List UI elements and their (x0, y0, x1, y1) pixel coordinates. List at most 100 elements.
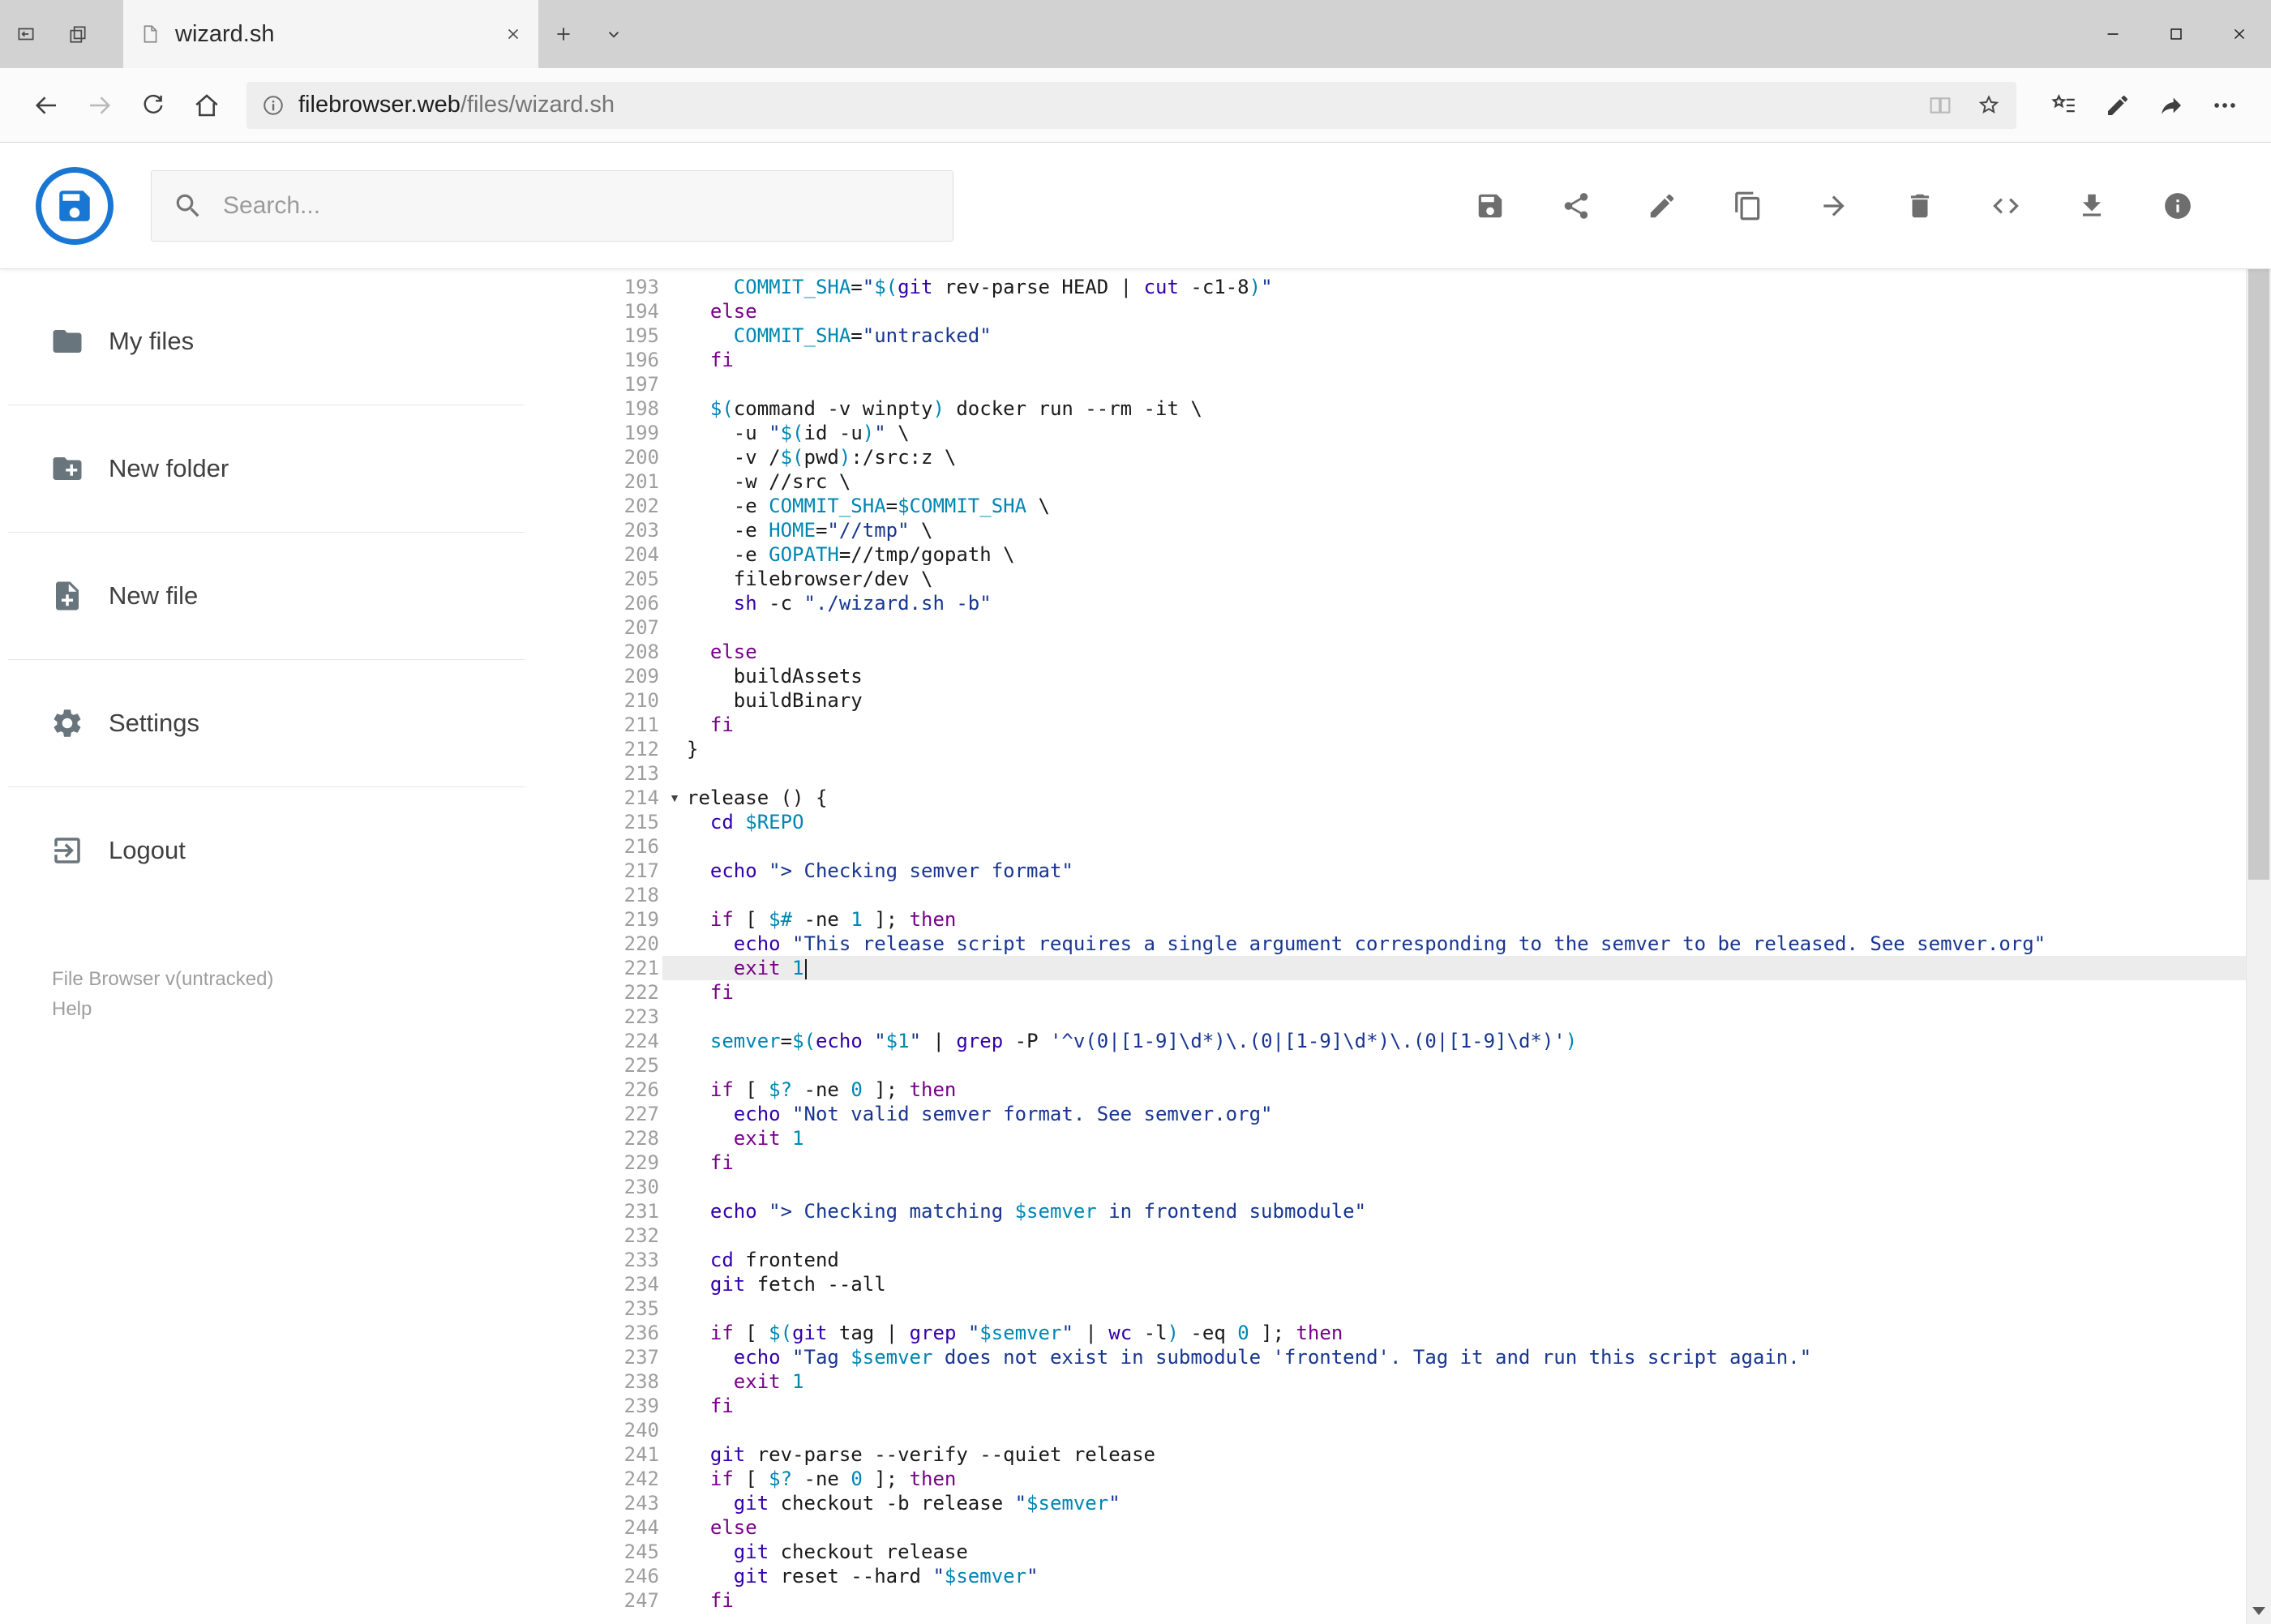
code-line[interactable]: 201 -w //src \ (572, 469, 2246, 494)
code-text[interactable]: exit 1 (687, 956, 807, 980)
code-line[interactable]: 202 -e COMMIT_SHA=$COMMIT_SHA \ (572, 494, 2246, 518)
code-line[interactable]: 224 semver=$(echo "$1" | grep -P '^v(0|[… (572, 1029, 2246, 1053)
code-text[interactable]: if [ $# -ne 1 ]; then (687, 907, 956, 932)
minimize-button[interactable] (2081, 0, 2145, 68)
code-line[interactable]: 213 (572, 761, 2246, 786)
code-line[interactable]: 196 fi (572, 348, 2246, 372)
code-text[interactable]: -e COMMIT_SHA=$COMMIT_SHA \ (687, 494, 1050, 518)
code-line[interactable]: 246 git reset --hard "$semver" (572, 1564, 2246, 1588)
code-line[interactable]: 222 fi (572, 980, 2246, 1005)
code-text[interactable]: sh -c "./wizard.sh -b" (687, 591, 992, 615)
scrollbar-thumb[interactable] (2248, 170, 2269, 880)
code-line[interactable]: 195 COMMIT_SHA="untracked" (572, 324, 2246, 348)
code-text[interactable]: COMMIT_SHA="$(git rev-parse HEAD | cut -… (687, 275, 1273, 299)
maximize-button[interactable] (2145, 0, 2208, 68)
tab-close-icon[interactable] (504, 25, 522, 43)
code-line[interactable]: 217 echo "> Checking semver format" (572, 859, 2246, 883)
code-text[interactable]: echo "Tag $semver does not exist in subm… (687, 1345, 1811, 1369)
code-text[interactable]: COMMIT_SHA="untracked" (687, 324, 992, 348)
scrollbar-down-arrow[interactable] (2247, 1598, 2271, 1624)
code-line[interactable]: 211 fi (572, 713, 2246, 737)
save-button[interactable] (1475, 191, 1506, 221)
code-line[interactable]: 193 COMMIT_SHA="$(git rev-parse HEAD | c… (572, 275, 2246, 299)
code-line[interactable]: 237 echo "Tag $semver does not exist in … (572, 1345, 2246, 1369)
code-line[interactable]: 247 fi (572, 1588, 2246, 1613)
code-line[interactable]: 226 if [ $? -ne 0 ]; then (572, 1078, 2246, 1102)
code-line[interactable]: 229 fi (572, 1151, 2246, 1175)
code-line[interactable]: 203 -e HOME="//tmp" \ (572, 518, 2246, 542)
code-line[interactable]: 240 (572, 1418, 2246, 1442)
code-line[interactable]: 219 if [ $# -ne 1 ]; then (572, 907, 2246, 932)
code-line[interactable]: 244 else (572, 1515, 2246, 1540)
delete-button[interactable] (1905, 191, 1935, 221)
code-text[interactable]: -e GOPATH=//tmp/gopath \ (687, 542, 1015, 567)
code-text[interactable]: fi (687, 980, 734, 1005)
code-line[interactable]: 209 buildAssets (572, 664, 2246, 688)
code-line[interactable]: 232 (572, 1223, 2246, 1248)
code-text[interactable]: -u "$(id -u)" \ (687, 421, 910, 445)
reading-view-button[interactable] (1927, 92, 1953, 118)
code-text[interactable]: git checkout -b release "$semver" (687, 1491, 1121, 1515)
code-text[interactable]: if [ $? -ne 0 ]; then (687, 1467, 956, 1491)
code-text[interactable]: if [ $(git tag | grep "$semver" | wc -l)… (687, 1321, 1343, 1345)
code-text[interactable]: semver=$(echo "$1" | grep -P '^v(0|[1-9]… (687, 1029, 1577, 1053)
code-line[interactable]: 230 (572, 1175, 2246, 1199)
code-text[interactable]: cd frontend (687, 1248, 839, 1272)
code-text[interactable]: -e HOME="//tmp" \ (687, 518, 933, 542)
code-line[interactable]: 243 git checkout -b release "$semver" (572, 1491, 2246, 1515)
code-line[interactable]: 200 -v /$(pwd):/src:z \ (572, 445, 2246, 469)
code-line[interactable]: 235 (572, 1296, 2246, 1321)
sidebar-item-my-files[interactable]: My files (0, 278, 572, 405)
code-line[interactable]: 239 fi (572, 1394, 2246, 1418)
code-text[interactable]: echo "> Checking semver format" (687, 859, 1073, 883)
code-line[interactable]: 225 (572, 1053, 2246, 1078)
rename-button[interactable] (1647, 191, 1678, 221)
code-text[interactable]: else (687, 1515, 757, 1540)
tab-list-chevron-button[interactable] (589, 0, 639, 68)
code-line[interactable]: 233 cd frontend (572, 1248, 2246, 1272)
filebrowser-logo[interactable] (36, 166, 114, 245)
share-file-button[interactable] (1561, 191, 1592, 221)
help-link[interactable]: Help (52, 994, 572, 1024)
hub-favorites-button[interactable] (2037, 79, 2091, 132)
sidebar-item-new-file[interactable]: New file (0, 533, 572, 659)
code-line[interactable]: 198 $(command -v winpty) docker run --rm… (572, 396, 2246, 421)
code-line[interactable]: 234 git fetch --all (572, 1272, 2246, 1296)
code-text[interactable]: filebrowser/dev \ (687, 567, 933, 591)
raw-code-button[interactable] (1990, 191, 2021, 221)
fold-arrow-icon[interactable]: ▼ (669, 791, 680, 804)
code-line[interactable]: 223 (572, 1005, 2246, 1029)
code-line[interactable]: 199 -u "$(id -u)" \ (572, 421, 2246, 445)
code-text[interactable]: fi (687, 713, 734, 737)
code-line[interactable]: 221 exit 1 (572, 956, 2246, 980)
code-line[interactable]: 215 cd $REPO (572, 810, 2246, 834)
refresh-button[interactable] (126, 79, 180, 132)
web-note-button[interactable] (2091, 79, 2145, 132)
code-line[interactable]: 245 git checkout release (572, 1540, 2246, 1564)
code-text[interactable]: git checkout release (687, 1540, 968, 1564)
sidebar-item-logout[interactable]: Logout (0, 787, 572, 914)
code-text[interactable]: exit 1 (687, 1369, 804, 1394)
code-text[interactable]: -w //src \ (687, 469, 851, 494)
code-text[interactable]: fi (687, 1394, 734, 1418)
address-bar[interactable]: filebrowser.web/files/wizard.sh (246, 81, 2016, 129)
code-line[interactable]: 236 if [ $(git tag | grep "$semver" | wc… (572, 1321, 2246, 1345)
close-button[interactable] (2208, 0, 2271, 68)
copy-button[interactable] (1733, 191, 1763, 221)
back-button[interactable] (19, 79, 73, 132)
code-text[interactable]: git rev-parse --verify --quiet release (687, 1442, 1155, 1467)
code-line[interactable]: 241 git rev-parse --verify --quiet relea… (572, 1442, 2246, 1467)
code-text[interactable]: else (687, 299, 757, 324)
code-line[interactable]: 194 else (572, 299, 2246, 324)
favorite-star-button[interactable] (1976, 92, 2002, 118)
page-scrollbar[interactable] (2246, 143, 2271, 1624)
code-line[interactable]: 214 ▼ release () { (572, 786, 2246, 810)
tab-wizard-sh[interactable]: wizard.sh (123, 0, 538, 68)
code-line[interactable]: 218 (572, 883, 2246, 907)
new-tab-button[interactable] (538, 0, 589, 68)
code-line[interactable]: 216 (572, 834, 2246, 859)
code-text[interactable]: buildAssets (687, 664, 863, 688)
code-line[interactable]: 231 echo "> Checking matching $semver in… (572, 1199, 2246, 1223)
move-button[interactable] (1819, 191, 1849, 221)
home-button[interactable] (180, 79, 234, 132)
